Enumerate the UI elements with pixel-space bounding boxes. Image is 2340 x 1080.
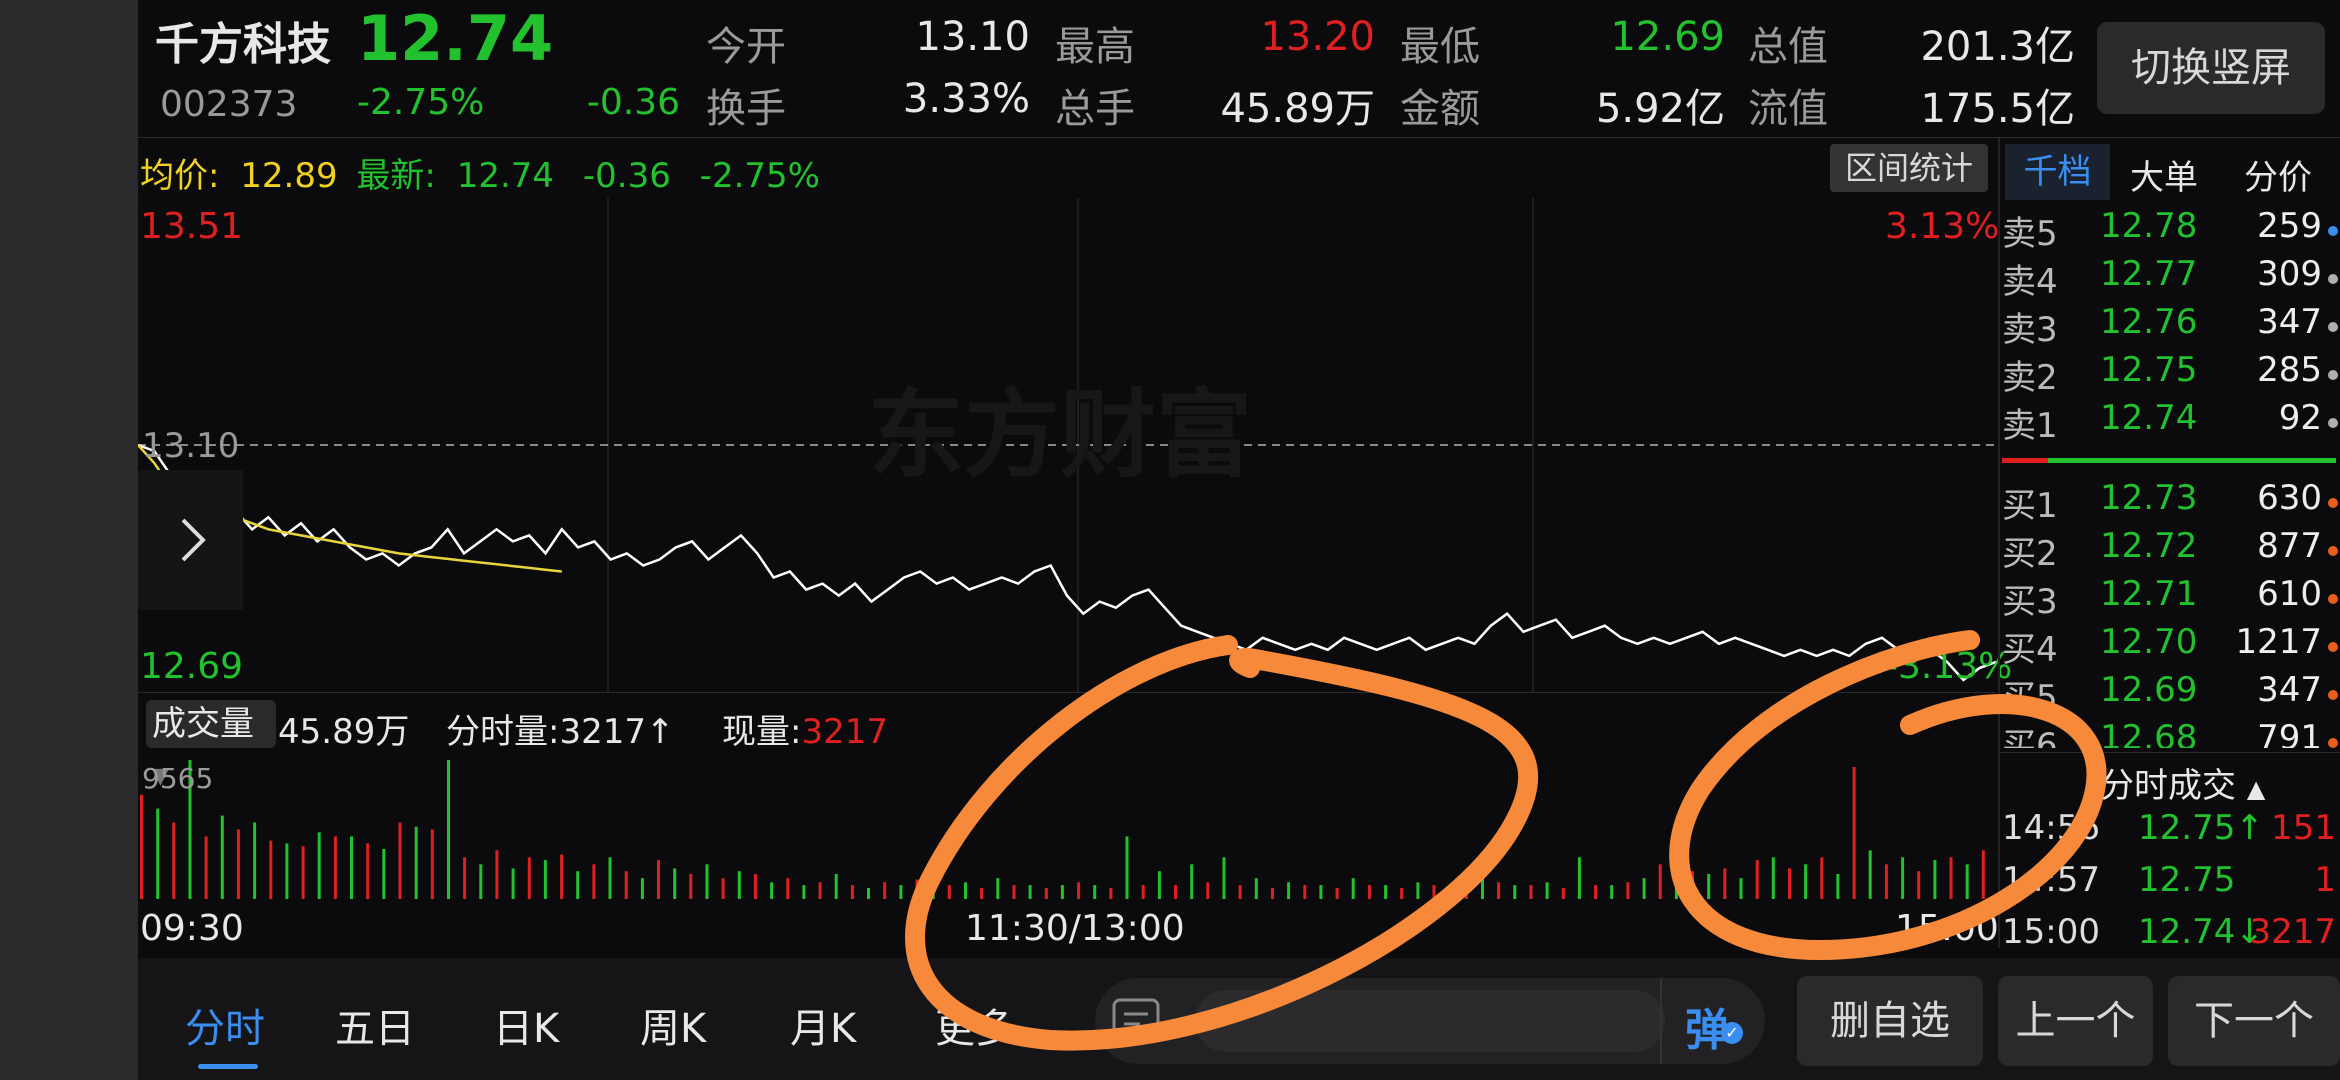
- annotation-layer: [905, 630, 2107, 1051]
- annotation-circle: [1669, 630, 2107, 961]
- annotation-circle: [905, 635, 1539, 1051]
